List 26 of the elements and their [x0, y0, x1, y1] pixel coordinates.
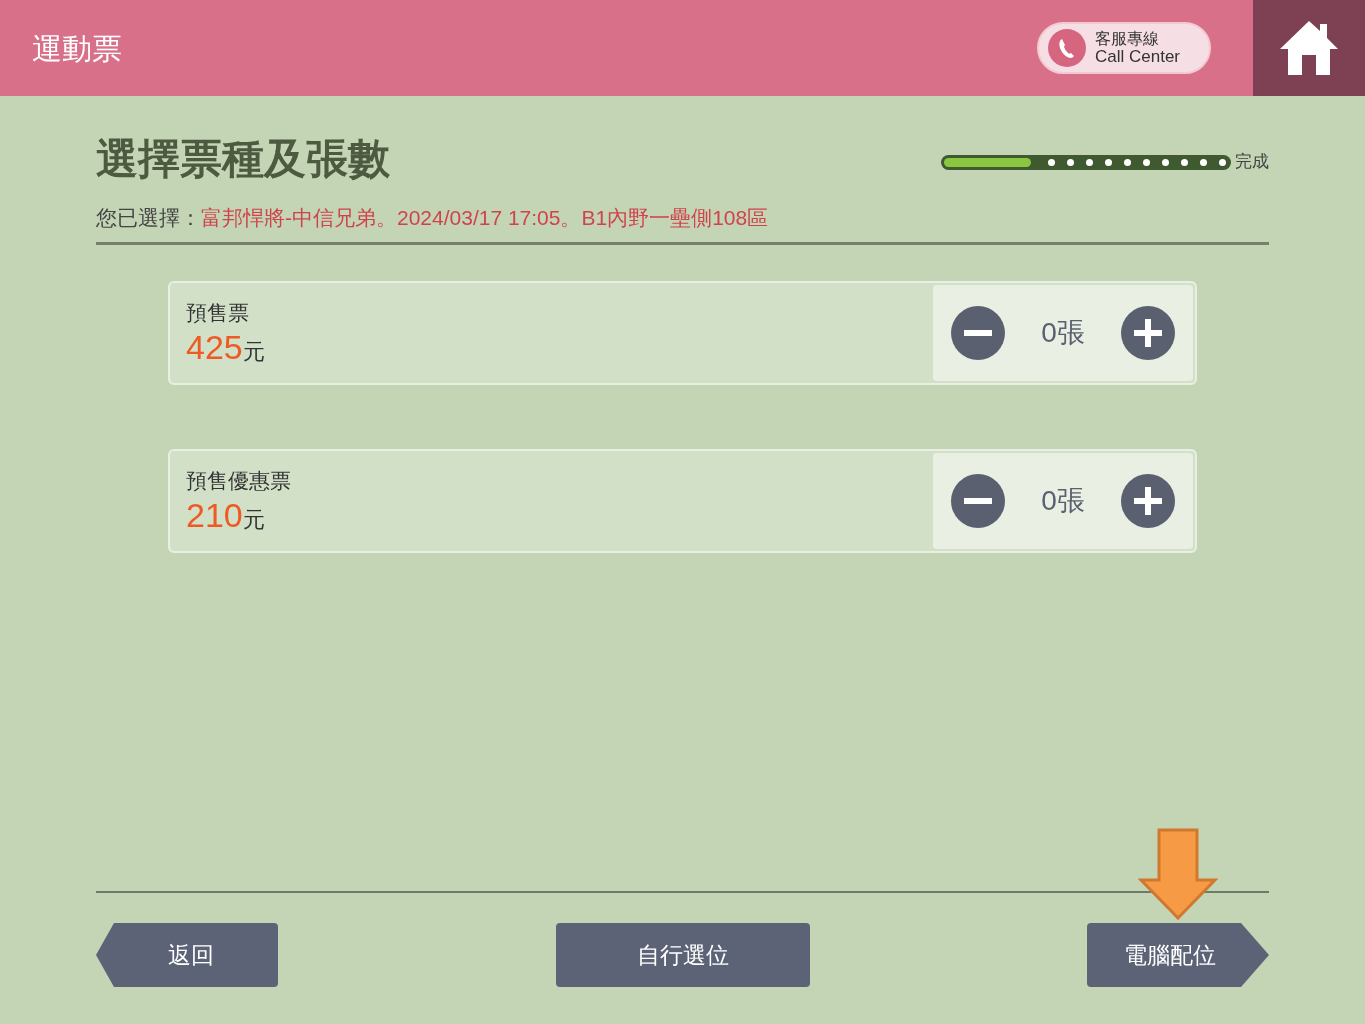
progress-label: 完成	[1235, 151, 1269, 174]
selection-detail: 富邦悍將-中信兄弟。2024/03/17 17:05。B1內野一壘側108區	[201, 205, 769, 231]
phone-icon	[1047, 28, 1087, 68]
ticket-name: 預售票	[186, 299, 250, 326]
plus-icon	[1133, 486, 1162, 515]
ticket-price: 425	[186, 328, 243, 367]
ticket-count: 0張	[1041, 315, 1085, 350]
call-center-label: Call Center	[1095, 48, 1181, 66]
ticket-count: 0張	[1041, 483, 1085, 518]
nav-button[interactable]: 返回	[96, 923, 278, 987]
plus-icon	[1133, 318, 1162, 347]
minus-icon	[964, 329, 993, 336]
nav-button[interactable]: 電腦配位	[1087, 923, 1269, 987]
ticket-price: 210	[186, 496, 243, 535]
page-title: 選擇票種及張數	[96, 133, 390, 184]
ticket-name: 預售優惠票	[186, 467, 292, 494]
call-center-button[interactable]: 客服專線 Call Center	[1037, 22, 1211, 74]
minus-icon	[964, 497, 993, 504]
home-icon[interactable]	[1278, 19, 1340, 77]
selection-label: 您已選擇：	[96, 205, 201, 231]
price-unit: 元	[242, 506, 265, 535]
price-unit: 元	[242, 338, 265, 367]
home-button[interactable]	[1253, 0, 1365, 96]
header-title: 運動票	[32, 30, 122, 67]
call-center-label: 客服專線	[1095, 30, 1159, 48]
nav-button[interactable]: 自行選位	[555, 923, 810, 987]
